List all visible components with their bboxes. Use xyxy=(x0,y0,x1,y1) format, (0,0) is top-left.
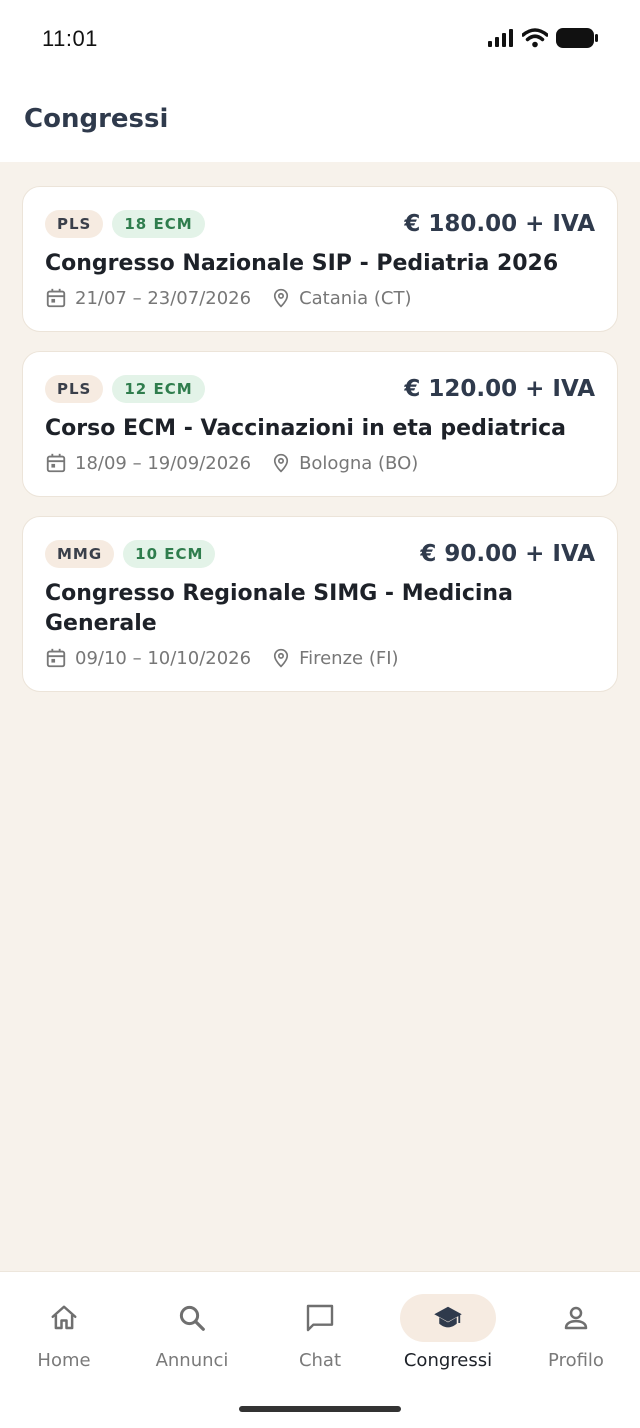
card-tags: PLS 18 ECM xyxy=(45,210,205,238)
ecm-tag: 10 ECM xyxy=(123,540,216,568)
home-icon xyxy=(51,1305,77,1330)
congress-card[interactable]: PLS 18 ECM € 180.00 + IVA Congresso Nazi… xyxy=(22,186,618,332)
home-indicator xyxy=(239,1406,401,1412)
status-time: 11:01 xyxy=(42,26,98,51)
card-top-row: PLS 18 ECM € 180.00 + IVA xyxy=(45,209,595,239)
nav-item-profilo[interactable]: Profilo xyxy=(512,1294,640,1384)
card-tags: MMG 10 ECM xyxy=(45,540,216,568)
calendar-icon xyxy=(46,453,66,473)
nav-label: Annunci xyxy=(155,1350,229,1371)
card-meta: 21/07 – 23/07/2026 Catania (CT) xyxy=(45,287,595,309)
bottom-nav: Home Annunci Chat Congressi Profilo xyxy=(0,1271,640,1428)
location-text: Catania (CT) xyxy=(299,287,412,309)
price: € 120.00 + IVA xyxy=(404,376,595,402)
price: € 180.00 + IVA xyxy=(404,211,595,237)
nav-item-annunci[interactable]: Annunci xyxy=(128,1294,256,1384)
price: € 90.00 + IVA xyxy=(420,541,595,567)
wifi-icon xyxy=(522,28,548,48)
card-top-row: MMG 10 ECM € 90.00 + IVA xyxy=(45,539,595,569)
category-tag: PLS xyxy=(45,210,104,238)
header: Congressi xyxy=(0,80,640,162)
dates-text: 09/10 – 10/10/2026 xyxy=(75,647,252,669)
ecm-tag: 18 ECM xyxy=(112,210,205,238)
congress-list: PLS 18 ECM € 180.00 + IVA Congresso Nazi… xyxy=(22,186,618,711)
dates-text: 21/07 – 23/07/2026 xyxy=(75,287,252,309)
location-pin-icon xyxy=(273,648,289,668)
page-title: Congressi xyxy=(24,104,169,134)
person-icon xyxy=(564,1306,588,1330)
nav-label: Home xyxy=(37,1350,91,1371)
search-icon xyxy=(179,1305,205,1331)
card-top-row: PLS 12 ECM € 120.00 + IVA xyxy=(45,374,595,404)
location: Firenze (FI) xyxy=(271,647,399,669)
calendar-icon xyxy=(46,288,66,308)
category-tag: PLS xyxy=(45,375,104,403)
battery-icon xyxy=(556,28,598,48)
location: Bologna (BO) xyxy=(271,452,418,474)
card-meta: 09/10 – 10/10/2026 Firenze (FI) xyxy=(45,647,595,669)
card-meta: 18/09 – 19/09/2026 Bologna (BO) xyxy=(45,452,595,474)
dates: 21/07 – 23/07/2026 xyxy=(45,287,251,309)
nav-label: Profilo xyxy=(548,1350,604,1371)
nav-label: Congressi xyxy=(403,1350,493,1371)
active-indicator xyxy=(400,1294,496,1342)
chat-icon xyxy=(306,1304,334,1332)
status-bar: 11:01 xyxy=(0,0,640,80)
nav-item-chat[interactable]: Chat xyxy=(256,1294,384,1384)
dates: 18/09 – 19/09/2026 xyxy=(45,452,251,474)
congress-card[interactable]: PLS 12 ECM € 120.00 + IVA Corso ECM - Va… xyxy=(22,351,618,497)
signal-icon xyxy=(488,29,513,47)
graduation-cap-icon xyxy=(434,1306,462,1328)
nav-item-home[interactable]: Home xyxy=(0,1294,128,1384)
card-tags: PLS 12 ECM xyxy=(45,375,205,403)
location-text: Bologna (BO) xyxy=(299,452,419,474)
congress-title: Congresso Nazionale SIP - Pediatria 2026 xyxy=(45,251,559,276)
nav-label: Chat xyxy=(298,1350,342,1371)
dates: 09/10 – 10/10/2026 xyxy=(45,647,251,669)
location-pin-icon xyxy=(273,453,289,473)
ecm-tag: 12 ECM xyxy=(112,375,205,403)
congress-title: Congresso Regionale SIMG - Medicina Gene… xyxy=(45,581,513,636)
dates-text: 18/09 – 19/09/2026 xyxy=(75,452,252,474)
calendar-icon xyxy=(46,648,66,668)
congress-card[interactable]: MMG 10 ECM € 90.00 + IVA Congresso Regio… xyxy=(22,516,618,692)
category-tag: MMG xyxy=(45,540,115,568)
location-pin-icon xyxy=(273,288,289,308)
status-icons xyxy=(488,28,598,48)
congress-title: Corso ECM - Vaccinazioni in eta pediatri… xyxy=(45,416,567,441)
nav-item-congressi[interactable]: Congressi xyxy=(384,1294,512,1384)
location: Catania (CT) xyxy=(271,287,412,309)
location-text: Firenze (FI) xyxy=(299,647,399,669)
